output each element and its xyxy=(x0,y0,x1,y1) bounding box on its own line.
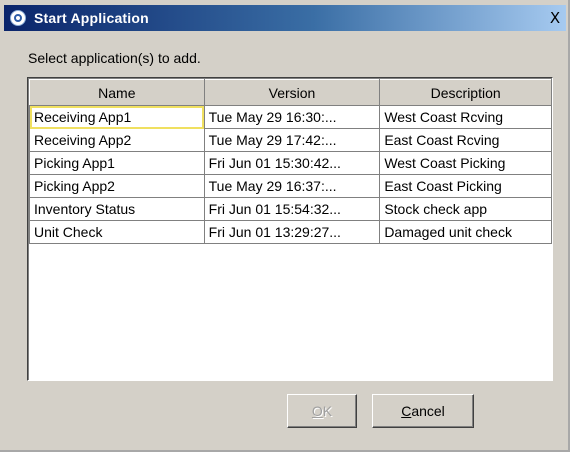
window-title: Start Application xyxy=(34,10,149,26)
ok-label-rest: K xyxy=(322,403,333,419)
cell-name[interactable]: Receiving App2 xyxy=(29,128,205,152)
cell-description[interactable]: East Coast Rcving xyxy=(379,128,552,152)
ok-mnemonic: O xyxy=(311,403,323,419)
start-application-dialog: Start Application X Select application(s… xyxy=(0,0,570,452)
cell-name[interactable]: Unit Check xyxy=(29,220,205,244)
cell-name[interactable]: Picking App1 xyxy=(29,151,205,175)
instruction-label: Select application(s) to add. xyxy=(28,50,201,66)
cell-name[interactable]: Receiving App1 xyxy=(29,105,205,129)
table-row[interactable]: Receiving App1 Tue May 29 16:30:... West… xyxy=(29,105,552,129)
close-icon[interactable]: X xyxy=(546,9,564,27)
cell-description[interactable]: Stock check app xyxy=(379,197,552,221)
cell-version[interactable]: Tue May 29 17:42:... xyxy=(203,128,381,152)
column-header-description[interactable]: Description xyxy=(379,79,552,106)
column-header-version[interactable]: Version xyxy=(203,79,381,106)
table-row[interactable]: Unit Check Fri Jun 01 13:29:27... Damage… xyxy=(29,220,552,244)
cancel-mnemonic: C xyxy=(401,403,412,419)
table-row[interactable]: Receiving App2 Tue May 29 17:42:... East… xyxy=(29,128,552,152)
cell-version[interactable]: Fri Jun 01 15:54:32... xyxy=(203,197,381,221)
ok-button[interactable]: OK xyxy=(287,394,357,428)
cell-description[interactable]: Damaged unit check xyxy=(379,220,552,244)
applications-table[interactable]: Name Version Description Receiving App1 … xyxy=(27,77,553,381)
table-row[interactable]: Picking App2 Tue May 29 16:37:... East C… xyxy=(29,174,552,198)
cell-version[interactable]: Fri Jun 01 13:29:27... xyxy=(203,220,381,244)
cell-name[interactable]: Picking App2 xyxy=(29,174,205,198)
cell-version[interactable]: Fri Jun 01 15:30:42... xyxy=(203,151,381,175)
cancel-button[interactable]: Cancel xyxy=(372,394,474,428)
cell-description[interactable]: West Coast Rcving xyxy=(379,105,552,129)
table-row[interactable]: Inventory Status Fri Jun 01 15:54:32... … xyxy=(29,197,552,221)
cancel-label-rest: ancel xyxy=(411,403,445,419)
app-logo-icon xyxy=(10,10,26,26)
table-row[interactable]: Picking App1 Fri Jun 01 15:30:42... West… xyxy=(29,151,552,175)
cell-version[interactable]: Tue May 29 16:30:... xyxy=(203,105,381,129)
cell-description[interactable]: West Coast Picking xyxy=(379,151,552,175)
cell-description[interactable]: East Coast Picking xyxy=(379,174,552,198)
title-bar[interactable]: Start Application X xyxy=(4,5,566,31)
column-header-name[interactable]: Name xyxy=(29,79,205,106)
cell-name[interactable]: Inventory Status xyxy=(29,197,205,221)
cell-version[interactable]: Tue May 29 16:37:... xyxy=(203,174,381,198)
